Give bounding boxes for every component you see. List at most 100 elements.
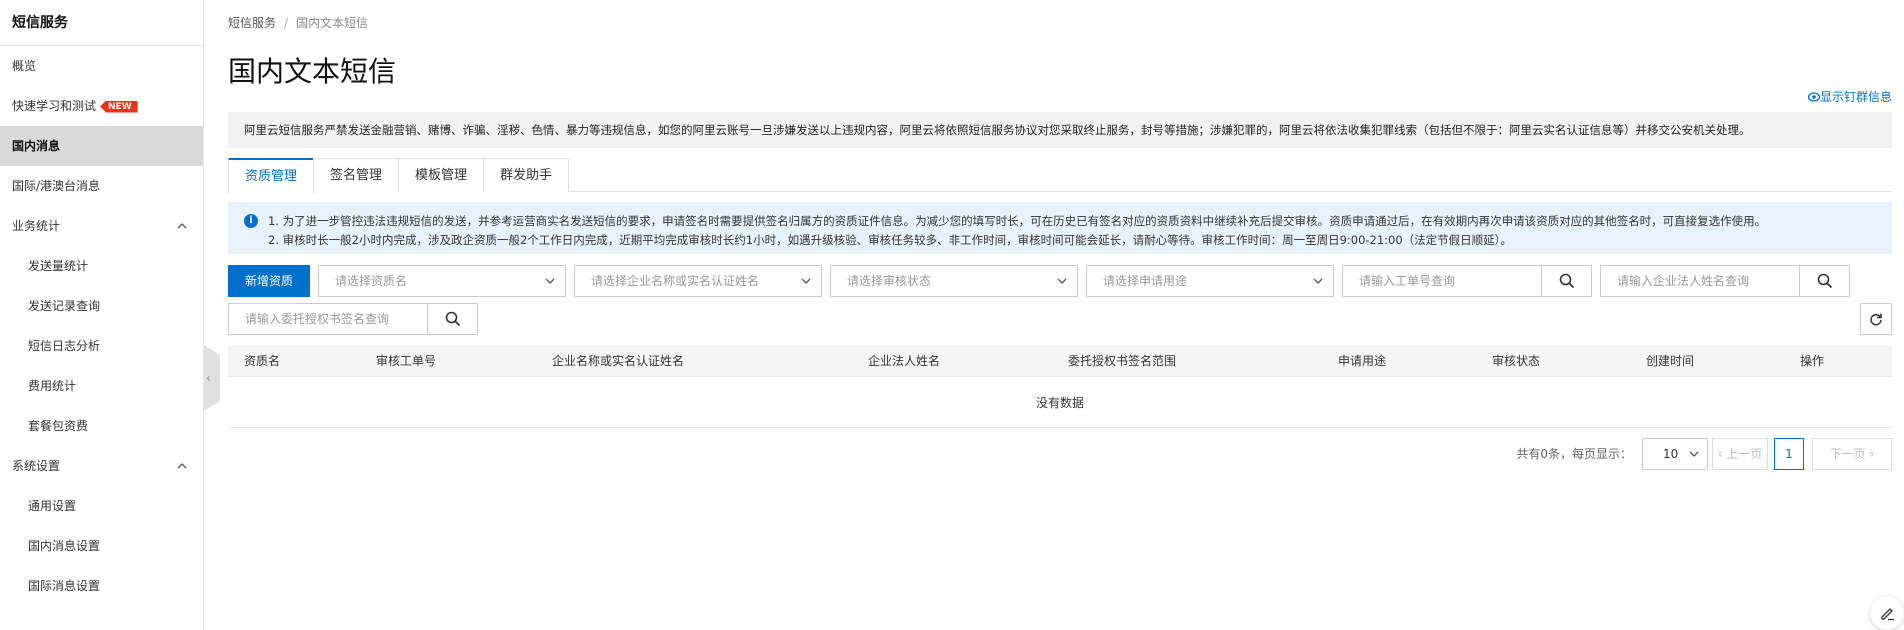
prev-page-label: 上一页 [1726,447,1763,461]
info-line-2: 2. 审核时长一般2小时内完成，涉及政企资质一般2个工作日内完成，近期平均完成审… [268,233,1512,247]
sidebar-item-label: 概览 [12,59,37,73]
select-placeholder: 请选择申请用途 [1103,274,1188,288]
chevron-down-icon [1689,451,1699,457]
next-page-label: 下一页 [1829,447,1866,461]
search-button[interactable] [1799,266,1849,296]
column-header: 操作 [1800,354,1825,368]
page-number-current[interactable]: 1 [1774,438,1804,470]
tab-bar: 资质管理 签名管理 模板管理 群发助手 [228,158,1892,193]
sidebar-item-international[interactable]: 国际/港澳台消息 [0,166,203,206]
sidebar-item-general-settings[interactable]: 通用设置 [0,486,203,526]
prev-page-button[interactable]: ‹ 上一页 [1712,438,1768,470]
column-header: 审核状态 [1492,354,1541,368]
sidebar: 短信服务 概览 快速学习和测试 NEW 国内消息 国际/港澳台消息 业务统计 发送… [0,0,204,630]
sidebar-item-label: 通用设置 [28,499,77,513]
table-header: 资质名 审核工单号 企业名称或实名认证姓名 企业法人姓名 委托授权书签名范围 申… [228,345,1892,377]
eye-icon [1807,92,1821,102]
edit-icon [1881,608,1894,621]
chevron-down-icon [801,278,811,284]
column-header: 企业法人姓名 [868,354,941,368]
sidebar-item-fee-stats[interactable]: 费用统计 [0,366,203,406]
ticket-search[interactable]: 请输入工单号查询 [1342,265,1592,297]
page-title: 国内文本短信 [228,55,397,88]
info-line-1: 1. 为了进一步管控违法违规短信的发送，并参考运营商实名发送短信的要求，申请签名… [268,214,1767,228]
chevron-up-icon [177,223,187,229]
sidebar-item-label: 国内消息设置 [28,539,101,553]
search-icon [445,311,461,327]
sidebar-item-label: 快速学习和测试 [12,99,97,113]
sidebar-item-label: 发送量统计 [28,259,89,273]
empty-state: 没有数据 [228,378,1892,428]
search-icon [1817,273,1833,289]
chevron-left-icon: ‹ [1717,447,1727,461]
sidebar-item-label: 系统设置 [12,459,61,473]
page-size-select[interactable]: 10 [1642,438,1708,470]
authorization-search[interactable]: 请输入委托授权书签名查询 [228,303,478,335]
search-button[interactable] [1541,266,1591,296]
info-icon: i [244,214,258,228]
next-page-button[interactable]: 下一页 › [1812,438,1892,470]
sidebar-item-domestic[interactable]: 国内消息 [0,126,203,166]
column-header: 申请用途 [1338,354,1387,368]
refresh-button[interactable] [1860,303,1892,335]
sidebar-item-label: 套餐包资费 [28,419,89,433]
chevron-down-icon [545,278,555,284]
sidebar-item-label: 短信日志分析 [28,339,101,353]
sidebar-title: 短信服务 [0,0,203,46]
sidebar-group-settings[interactable]: 系统设置 [0,446,203,486]
select-placeholder: 请选择资质名 [335,274,408,288]
new-badge: NEW [100,100,138,113]
sidebar-item-label: 发送记录查询 [28,299,101,313]
sidebar-item-overview[interactable]: 概览 [0,46,203,86]
refresh-icon [1870,313,1882,326]
info-banner: i 1. 为了进一步管控违法违规短信的发送，并参考运营商实名发送短信的要求，申请… [228,202,1892,254]
sidebar-item-label: 国际/港澳台消息 [12,179,101,193]
show-group-link[interactable]: 显示钉群信息 [1807,88,1892,105]
filter-toolbar: 新增资质 请选择资质名 请选择企业名称或实名认证姓名 请选择审核状态 请选择申请… [228,265,1892,335]
breadcrumb-root[interactable]: 短信服务 [228,16,276,30]
compliance-notice: 阿里云短信服务严禁发送金融营销、赌博、诈骗、淫秽、色情、暴力等违规信息，如您的阿… [228,112,1892,148]
search-icon [1559,273,1575,289]
chevron-right-icon: › [1865,447,1875,461]
select-placeholder: 请选择企业名称或实名认证姓名 [591,274,760,288]
sidebar-collapse-handle[interactable]: ‹ [204,345,220,411]
breadcrumb: 短信服务 / 国内文本短信 [228,14,368,31]
pagination: 共有0条，每页显示： 10 ‹ 上一页 1 下一页 › [1472,438,1892,470]
authorization-search-input[interactable]: 请输入委托授权书签名查询 [245,304,389,334]
ticket-search-input[interactable]: 请输入工单号查询 [1359,266,1455,296]
search-button[interactable] [427,304,477,334]
tab-signature[interactable]: 签名管理 [313,158,400,192]
column-header: 创建时间 [1646,354,1695,368]
sidebar-item-package[interactable]: 套餐包资费 [0,406,203,446]
sidebar-group-statistics[interactable]: 业务统计 [0,206,203,246]
sidebar-item-international-settings[interactable]: 国际消息设置 [0,566,203,606]
sidebar-item-label: 国内消息 [12,139,61,153]
sidebar-item-domestic-settings[interactable]: 国内消息设置 [0,526,203,566]
chevron-left-icon: ‹ [206,371,211,385]
total-count: 共有0条，每页显示： [1516,447,1632,461]
sidebar-item-log-analysis[interactable]: 短信日志分析 [0,326,203,366]
column-header: 资质名 [244,354,281,368]
breadcrumb-current: 国内文本短信 [296,16,369,30]
select-placeholder: 请选择审核状态 [847,274,932,288]
column-header: 企业名称或实名认证姓名 [552,354,685,368]
legal-person-search[interactable]: 请输入企业法人姓名查询 [1600,265,1850,297]
tab-template[interactable]: 模板管理 [398,158,485,192]
show-group-label: 显示钉群信息 [1819,90,1892,104]
tab-qualification[interactable]: 资质管理 [228,158,315,193]
chevron-up-icon [177,463,187,469]
qualification-name-select[interactable]: 请选择资质名 [318,265,566,297]
tab-bulk-send[interactable]: 群发助手 [483,158,570,192]
usage-select[interactable]: 请选择申请用途 [1086,265,1334,297]
sidebar-item-quick-learn[interactable]: 快速学习和测试 NEW [0,86,203,126]
add-qualification-button[interactable]: 新增资质 [228,265,310,297]
column-header: 委托授权书签名范围 [1068,354,1177,368]
company-name-select[interactable]: 请选择企业名称或实名认证姓名 [574,265,822,297]
sidebar-item-send-records[interactable]: 发送记录查询 [0,286,203,326]
chevron-down-icon [1057,278,1067,284]
review-status-select[interactable]: 请选择审核状态 [830,265,1078,297]
sidebar-item-send-stats[interactable]: 发送量统计 [0,246,203,286]
legal-person-search-input[interactable]: 请输入企业法人姓名查询 [1617,266,1749,296]
feedback-edit-button[interactable] [1870,596,1904,630]
page-size-value: 10 [1663,447,1679,461]
